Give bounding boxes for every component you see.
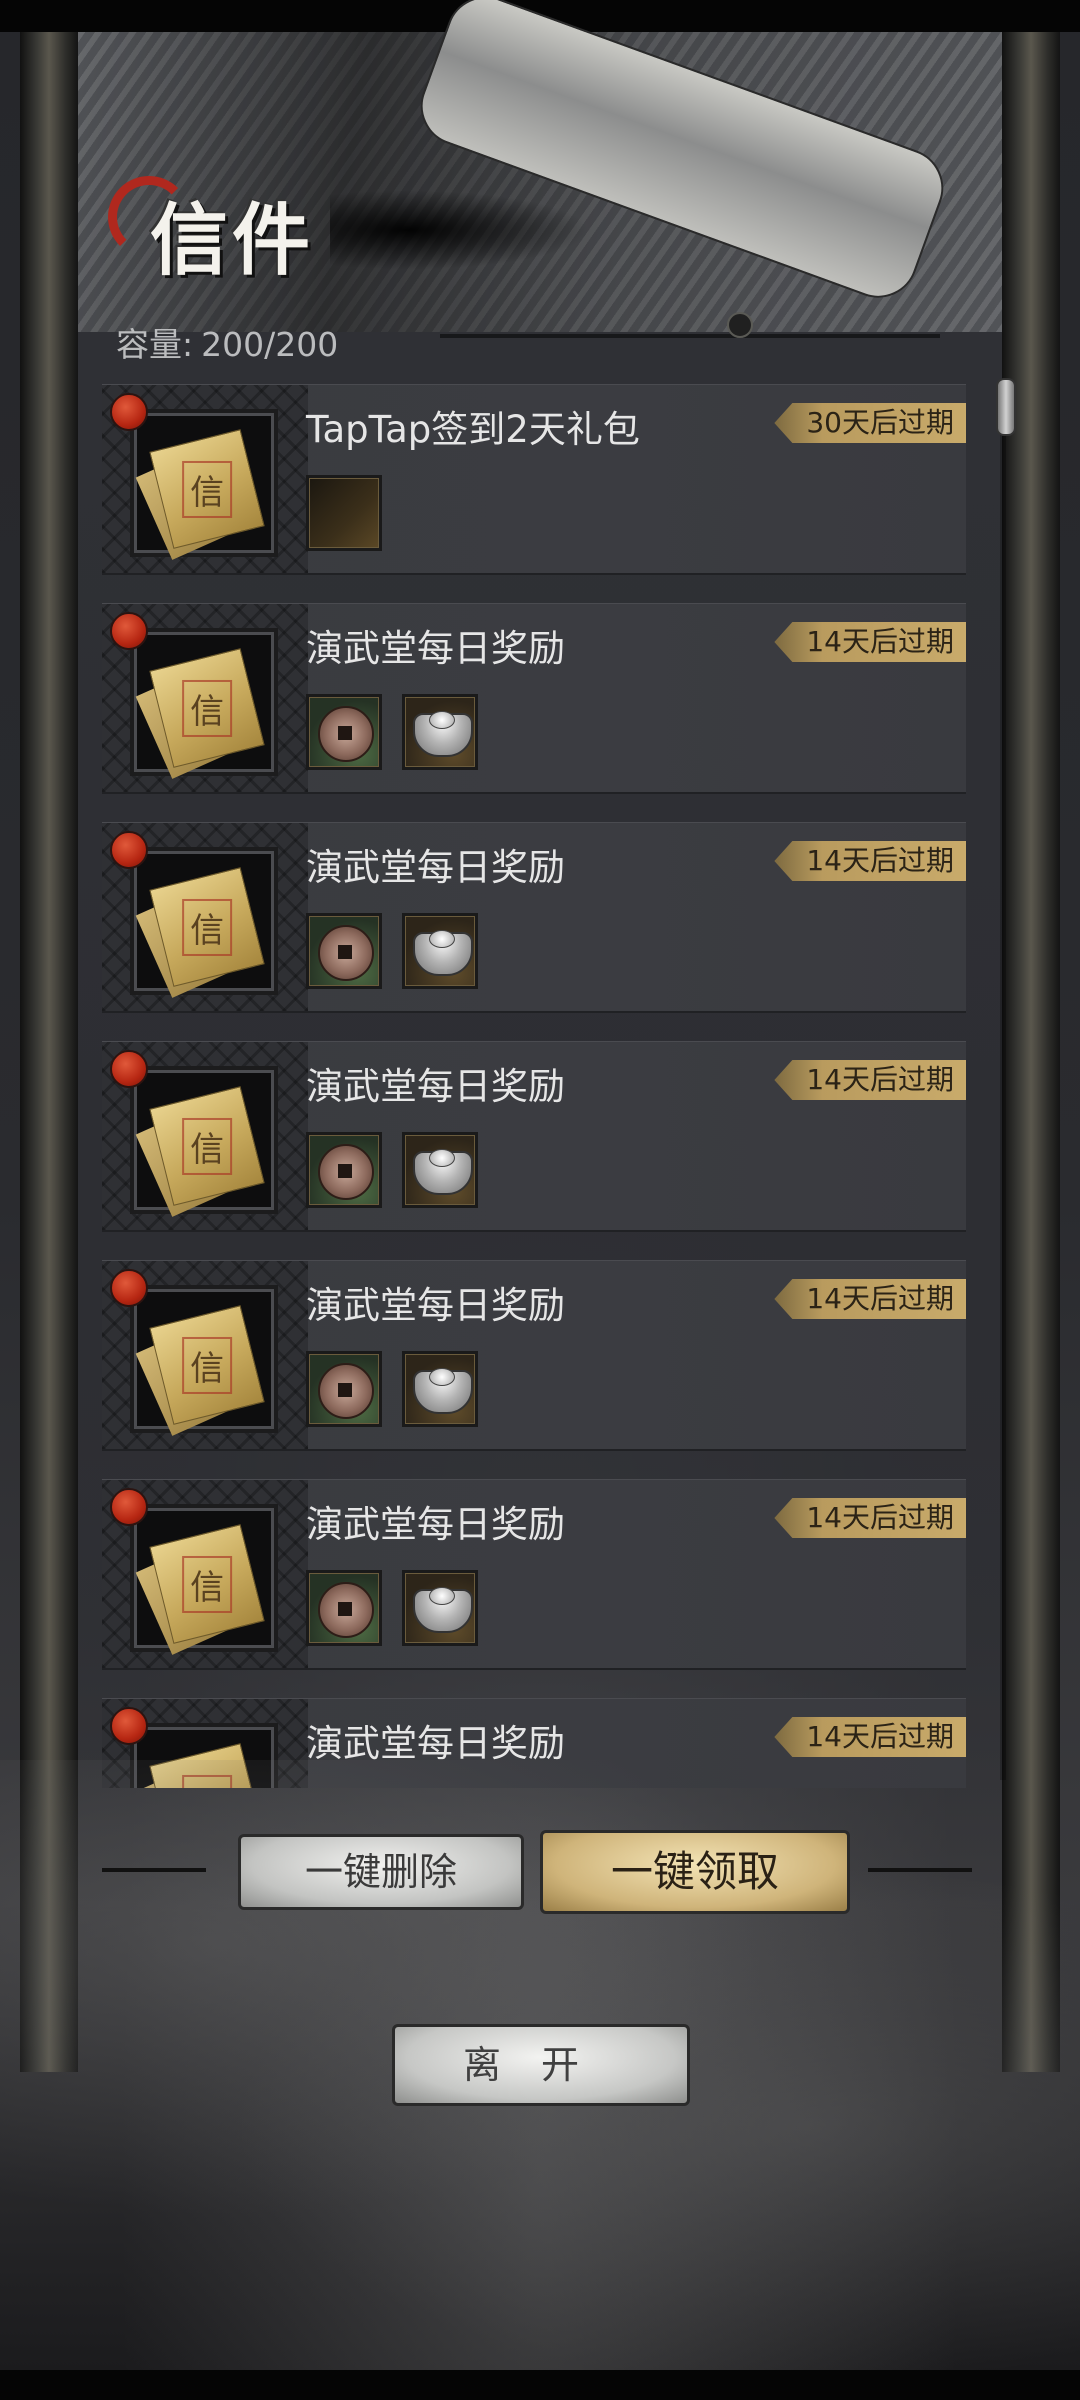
page-title: 信件 xyxy=(150,195,315,286)
expire-badge: 14天后过期 xyxy=(774,622,966,662)
copper-coin-icon xyxy=(318,925,374,981)
scrollbar-thumb[interactable] xyxy=(996,378,1016,436)
letter-glyph: 信 xyxy=(182,1555,232,1613)
unread-dot-icon xyxy=(110,1488,148,1526)
silver-ingot-slot[interactable] xyxy=(402,1570,478,1646)
unread-dot-icon xyxy=(110,393,148,431)
copper-coin-icon xyxy=(318,1582,374,1638)
header-divider xyxy=(440,334,940,338)
silver-ingot-slot[interactable] xyxy=(402,1132,478,1208)
capacity-label: 容量: xyxy=(116,325,194,364)
right-wooden-pole xyxy=(1002,32,1060,2072)
mail-item[interactable]: 信 演武堂每日奖励 14天后过期 xyxy=(102,603,966,794)
delete-all-button[interactable]: 一键删除 xyxy=(238,1834,524,1910)
capacity-value: 200/200 xyxy=(201,325,339,364)
mail-title: 演武堂每日奖励 xyxy=(306,846,565,889)
mail-item[interactable]: 信 演武堂每日奖励 14天后过期 xyxy=(102,1698,966,1788)
letter-glyph: 信 xyxy=(182,1774,232,1788)
silver-ingot-slot[interactable] xyxy=(402,694,478,770)
unread-dot-icon xyxy=(110,1269,148,1307)
mail-title: 演武堂每日奖励 xyxy=(306,1722,565,1765)
attachments xyxy=(306,913,478,989)
letter-icon: 信 xyxy=(130,1723,278,1788)
mail-item[interactable]: 信 TapTap签到2天礼包 30天后过期 xyxy=(102,384,966,575)
navigation-bar xyxy=(0,2370,1080,2400)
button-divider-left xyxy=(102,1868,206,1872)
mail-item[interactable]: 信 演武堂每日奖励 14天后过期 xyxy=(102,1479,966,1670)
gift-item-slot[interactable] xyxy=(306,475,382,551)
mail-item[interactable]: 信 演武堂每日奖励 14天后过期 xyxy=(102,1041,966,1232)
silver-ingot-icon xyxy=(413,1368,473,1414)
letter-icon: 信 xyxy=(130,847,278,998)
silver-ingot-slot[interactable] xyxy=(402,913,478,989)
copper-coin-icon xyxy=(318,1363,374,1419)
copper-coin-slot[interactable] xyxy=(306,1132,382,1208)
mail-title: 演武堂每日奖励 xyxy=(306,1065,565,1108)
button-divider-right xyxy=(868,1868,972,1872)
collect-all-button[interactable]: 一键领取 xyxy=(540,1830,850,1914)
letter-glyph: 信 xyxy=(182,679,232,737)
expire-badge: 14天后过期 xyxy=(774,1060,966,1100)
mail-title: 演武堂每日奖励 xyxy=(306,627,565,670)
scrollbar-track[interactable] xyxy=(1000,380,1006,1780)
silver-ingot-icon xyxy=(413,1149,473,1195)
unread-dot-icon xyxy=(110,831,148,869)
silver-ingot-slot[interactable] xyxy=(402,1351,478,1427)
letter-glyph: 信 xyxy=(182,898,232,956)
letter-glyph: 信 xyxy=(182,1117,232,1175)
silver-ingot-icon xyxy=(413,930,473,976)
leave-button[interactable]: 离开 xyxy=(392,2024,690,2106)
expire-badge: 14天后过期 xyxy=(774,1717,966,1757)
copper-coin-slot[interactable] xyxy=(306,1351,382,1427)
attachments xyxy=(306,694,478,770)
unread-dot-icon xyxy=(110,1707,148,1745)
letter-icon: 信 xyxy=(130,1066,278,1217)
silver-ingot-icon xyxy=(413,1587,473,1633)
copper-coin-slot[interactable] xyxy=(306,1570,382,1646)
mail-item[interactable]: 信 演武堂每日奖励 14天后过期 xyxy=(102,1260,966,1451)
left-wooden-pole xyxy=(20,32,78,2072)
copper-coin-slot[interactable] xyxy=(306,913,382,989)
unread-dot-icon xyxy=(110,612,148,650)
attachments xyxy=(306,475,382,551)
mail-list[interactable]: 信 TapTap签到2天礼包 30天后过期 信 演武堂每日奖励 14天后过期 信… xyxy=(102,384,966,1788)
letter-paper: 信 xyxy=(149,1743,265,1788)
copper-coin-icon xyxy=(318,1144,374,1200)
mail-title: 演武堂每日奖励 xyxy=(306,1284,565,1327)
attachments xyxy=(306,1570,478,1646)
expire-badge: 30天后过期 xyxy=(774,403,966,443)
letter-icon: 信 xyxy=(130,1285,278,1436)
capacity-indicator: 容量: 200/200 xyxy=(116,318,338,366)
letter-icon: 信 xyxy=(130,409,278,560)
expire-badge: 14天后过期 xyxy=(774,1279,966,1319)
attachments xyxy=(306,1351,478,1427)
letter-glyph: 信 xyxy=(182,1336,232,1394)
attachments xyxy=(306,1132,478,1208)
mail-title: 演武堂每日奖励 xyxy=(306,1503,565,1546)
mail-item[interactable]: 信 演武堂每日奖励 14天后过期 xyxy=(102,822,966,1013)
mail-title: TapTap签到2天礼包 xyxy=(306,408,640,451)
unread-dot-icon xyxy=(110,1050,148,1088)
expire-badge: 14天后过期 xyxy=(774,1498,966,1538)
copper-coin-icon xyxy=(318,706,374,762)
letter-icon: 信 xyxy=(130,1504,278,1655)
expire-badge: 14天后过期 xyxy=(774,841,966,881)
divider-bead xyxy=(727,312,753,338)
copper-coin-slot[interactable] xyxy=(306,694,382,770)
letter-icon: 信 xyxy=(130,628,278,779)
ink-splash xyxy=(330,190,590,270)
silver-ingot-icon xyxy=(413,711,473,757)
letter-glyph: 信 xyxy=(182,460,232,518)
